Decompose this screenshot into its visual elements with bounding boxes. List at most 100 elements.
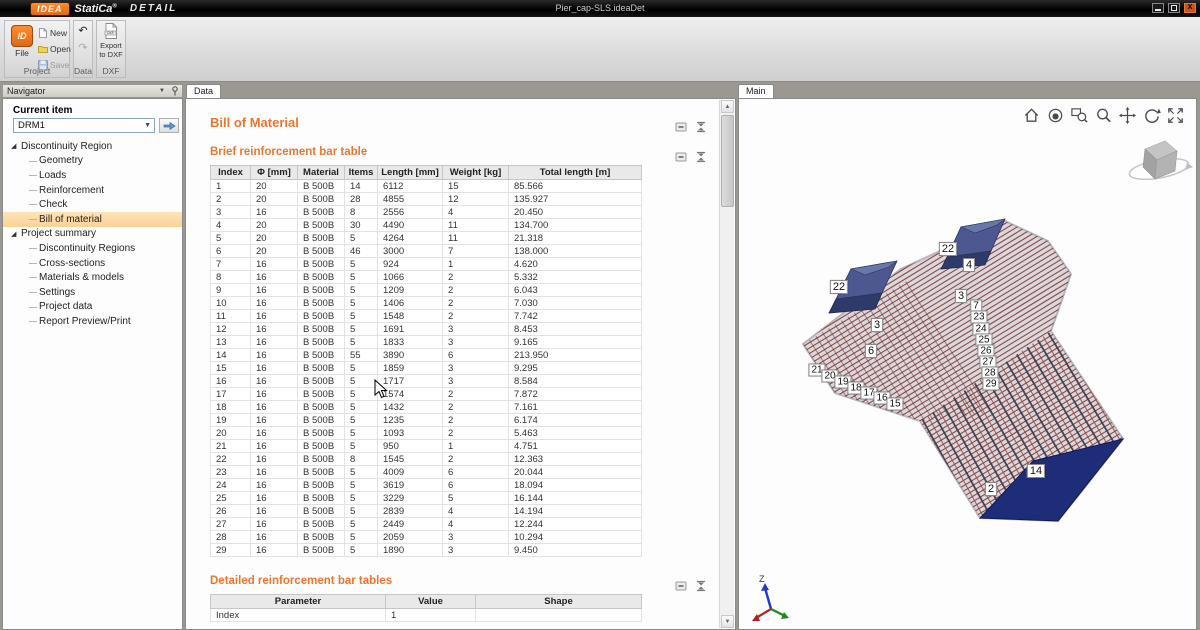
page-title: Bill of Material [210,115,718,130]
combo-arrow-icon[interactable]: ▼ [144,122,151,129]
pan-icon[interactable] [1117,105,1138,126]
zoom-window-icon[interactable] [1069,105,1090,126]
tab-main[interactable]: Main [738,84,774,98]
table-row[interactable]: Index1 [211,609,642,622]
bar-group-label[interactable]: 3 [955,289,967,303]
sidebar-item-settings[interactable]: Settings [3,285,182,300]
bar-group-label[interactable]: 2 [985,482,997,496]
table-row[interactable]: 220B 500B28485512135.927 [211,193,642,206]
table-row[interactable]: 816B 500B5106625.332 [211,271,642,284]
sidebar-item-reinforcement[interactable]: Reinforcement [3,183,182,198]
bar-group-label[interactable]: 4 [963,258,975,272]
new-file-icon [38,28,48,38]
expander-icon[interactable]: ◢ [11,230,21,238]
table-row[interactable]: 2216B 500B81545212.363 [211,453,642,466]
sidebar-item-report-preview-print[interactable]: Report Preview/Print [3,314,182,329]
navigator-header[interactable]: Navigator ▼ [2,84,183,98]
navigator-tree: ◢Discontinuity RegionGeometryLoadsReinfo… [3,139,182,329]
restore-icon[interactable] [1168,3,1180,13]
collapse-section-icon[interactable] [675,120,687,138]
bar-group-label[interactable]: 29 [982,378,999,391]
scrollbar-thumb[interactable] [721,115,734,207]
table-row[interactable]: 520B 500B542641121.318 [211,232,642,245]
table-row[interactable]: 1016B 500B5140627.030 [211,297,642,310]
table-row[interactable]: 1716B 500B5157427.872 [211,388,642,401]
scroll-down-icon[interactable]: ▼ [721,615,734,628]
ribbon-group-dxf: DXF Exportto DXF DXF [96,20,126,78]
sidebar-item-discontinuity-regions[interactable]: Discontinuity Regions [3,241,182,256]
bar-group-label[interactable]: 22 [830,280,848,294]
current-item-combobox[interactable]: DRM1 ▼ [13,118,155,133]
file-button[interactable]: ID File [8,24,36,68]
view-toolbar [1021,105,1186,126]
new-button[interactable]: New [38,26,70,39]
viewport-3d[interactable]: Z 22224336723242526272829212019181716152… [738,98,1197,630]
sidebar-item-loads[interactable]: Loads [3,168,182,183]
table-row[interactable]: 916B 500B5120926.043 [211,284,642,297]
scroll-up-icon[interactable]: ▲ [721,100,734,113]
close-icon[interactable] [1184,3,1196,13]
export-dxf-button[interactable]: DXF Exportto DXF [98,23,124,71]
go-to-item-button[interactable] [159,118,179,133]
tab-data[interactable]: Data [186,84,221,98]
table-row[interactable]: 2016B 500B5109325.463 [211,427,642,440]
tree-group-project-summary[interactable]: ◢Project summary [3,227,182,242]
ribbon-group-label-project: Project [5,66,69,76]
table-row[interactable]: 316B 500B82556420.450 [211,206,642,219]
rotate-icon[interactable] [1141,105,1162,126]
bar-group-label[interactable]: 6 [865,344,877,358]
sidebar-item-check[interactable]: Check [3,197,182,212]
home-icon[interactable] [1021,105,1042,126]
table-row[interactable]: 120B 500B1461121585.566 [211,180,642,193]
bar-group-label[interactable]: 15 [886,398,903,411]
table-row[interactable]: 2516B 500B53229516.144 [211,492,642,505]
table-row[interactable]: 1916B 500B5123526.174 [211,414,642,427]
table-row[interactable]: 2116B 500B595014.751 [211,440,642,453]
minimize-icon[interactable] [1152,3,1164,13]
data-scrollbar[interactable]: ▲ ▼ [719,100,734,628]
redo-icon[interactable]: ↷ [74,43,92,53]
sidebar-item-materials-models[interactable]: Materials & models [3,270,182,285]
orbit-icon[interactable] [1045,105,1066,126]
pin-icon[interactable] [171,86,179,96]
zoom-icon[interactable] [1093,105,1114,126]
table-row[interactable]: 2916B 500B5189039.450 [211,544,642,557]
table-row[interactable]: 2416B 500B53619618.094 [211,479,642,492]
sidebar-item-geometry[interactable]: Geometry [3,154,182,169]
bar-group-label[interactable]: 14 [1027,464,1045,478]
bar-group-label[interactable]: 3 [871,318,883,332]
table-row[interactable]: 1316B 500B5183339.165 [211,336,642,349]
table-row[interactable]: 1516B 500B5185939.295 [211,362,642,375]
table-row[interactable]: 1816B 500B5143227.161 [211,401,642,414]
table-row[interactable]: 2616B 500B52839414.194 [211,505,642,518]
bar-group-label[interactable]: 22 [939,242,957,256]
dropdown-arrow-icon[interactable]: ▼ [159,88,165,94]
fit-icon[interactable] [1165,105,1186,126]
navigator-panel: Current item DRM1 ▼ ◢Discontinuity Regio… [2,98,183,630]
table-row[interactable]: 420B 500B30449011134.700 [211,219,642,232]
tree-group-discontinuity-region[interactable]: ◢Discontinuity Region [3,139,182,154]
column-header: Index [211,166,251,180]
table-row[interactable]: 1416B 500B5538906213.950 [211,349,642,362]
table-row[interactable]: 1116B 500B5154827.742 [211,310,642,323]
table-row[interactable]: 2316B 500B54009620.044 [211,466,642,479]
table-row[interactable]: 716B 500B592414.620 [211,258,642,271]
column-header: Items [345,166,378,180]
expander-icon[interactable]: ◢ [11,142,21,150]
collapse-section-icon[interactable] [675,150,687,168]
collapse-all-icon[interactable] [695,120,707,138]
sidebar-item-cross-sections[interactable]: Cross-sections [3,256,182,271]
table-row[interactable]: 1616B 500B5171738.584 [211,375,642,388]
table-row[interactable]: 2716B 500B52449412.244 [211,518,642,531]
sidebar-item-project-data[interactable]: Project data [3,300,182,315]
table-row[interactable]: 1216B 500B5169138.453 [211,323,642,336]
collapse-all-icon[interactable] [695,150,707,168]
open-button[interactable]: Open [38,42,70,55]
table-row[interactable]: 2816B 500B52059310.294 [211,531,642,544]
sidebar-item-bill-of-material[interactable]: Bill of material [3,212,182,227]
collapse-all-icon[interactable] [695,579,707,597]
collapse-section-icon[interactable] [675,579,687,597]
undo-icon[interactable]: ↶ [74,26,92,36]
table-row[interactable]: 620B 500B4630007138.000 [211,245,642,258]
go-arrow-icon [163,121,176,131]
